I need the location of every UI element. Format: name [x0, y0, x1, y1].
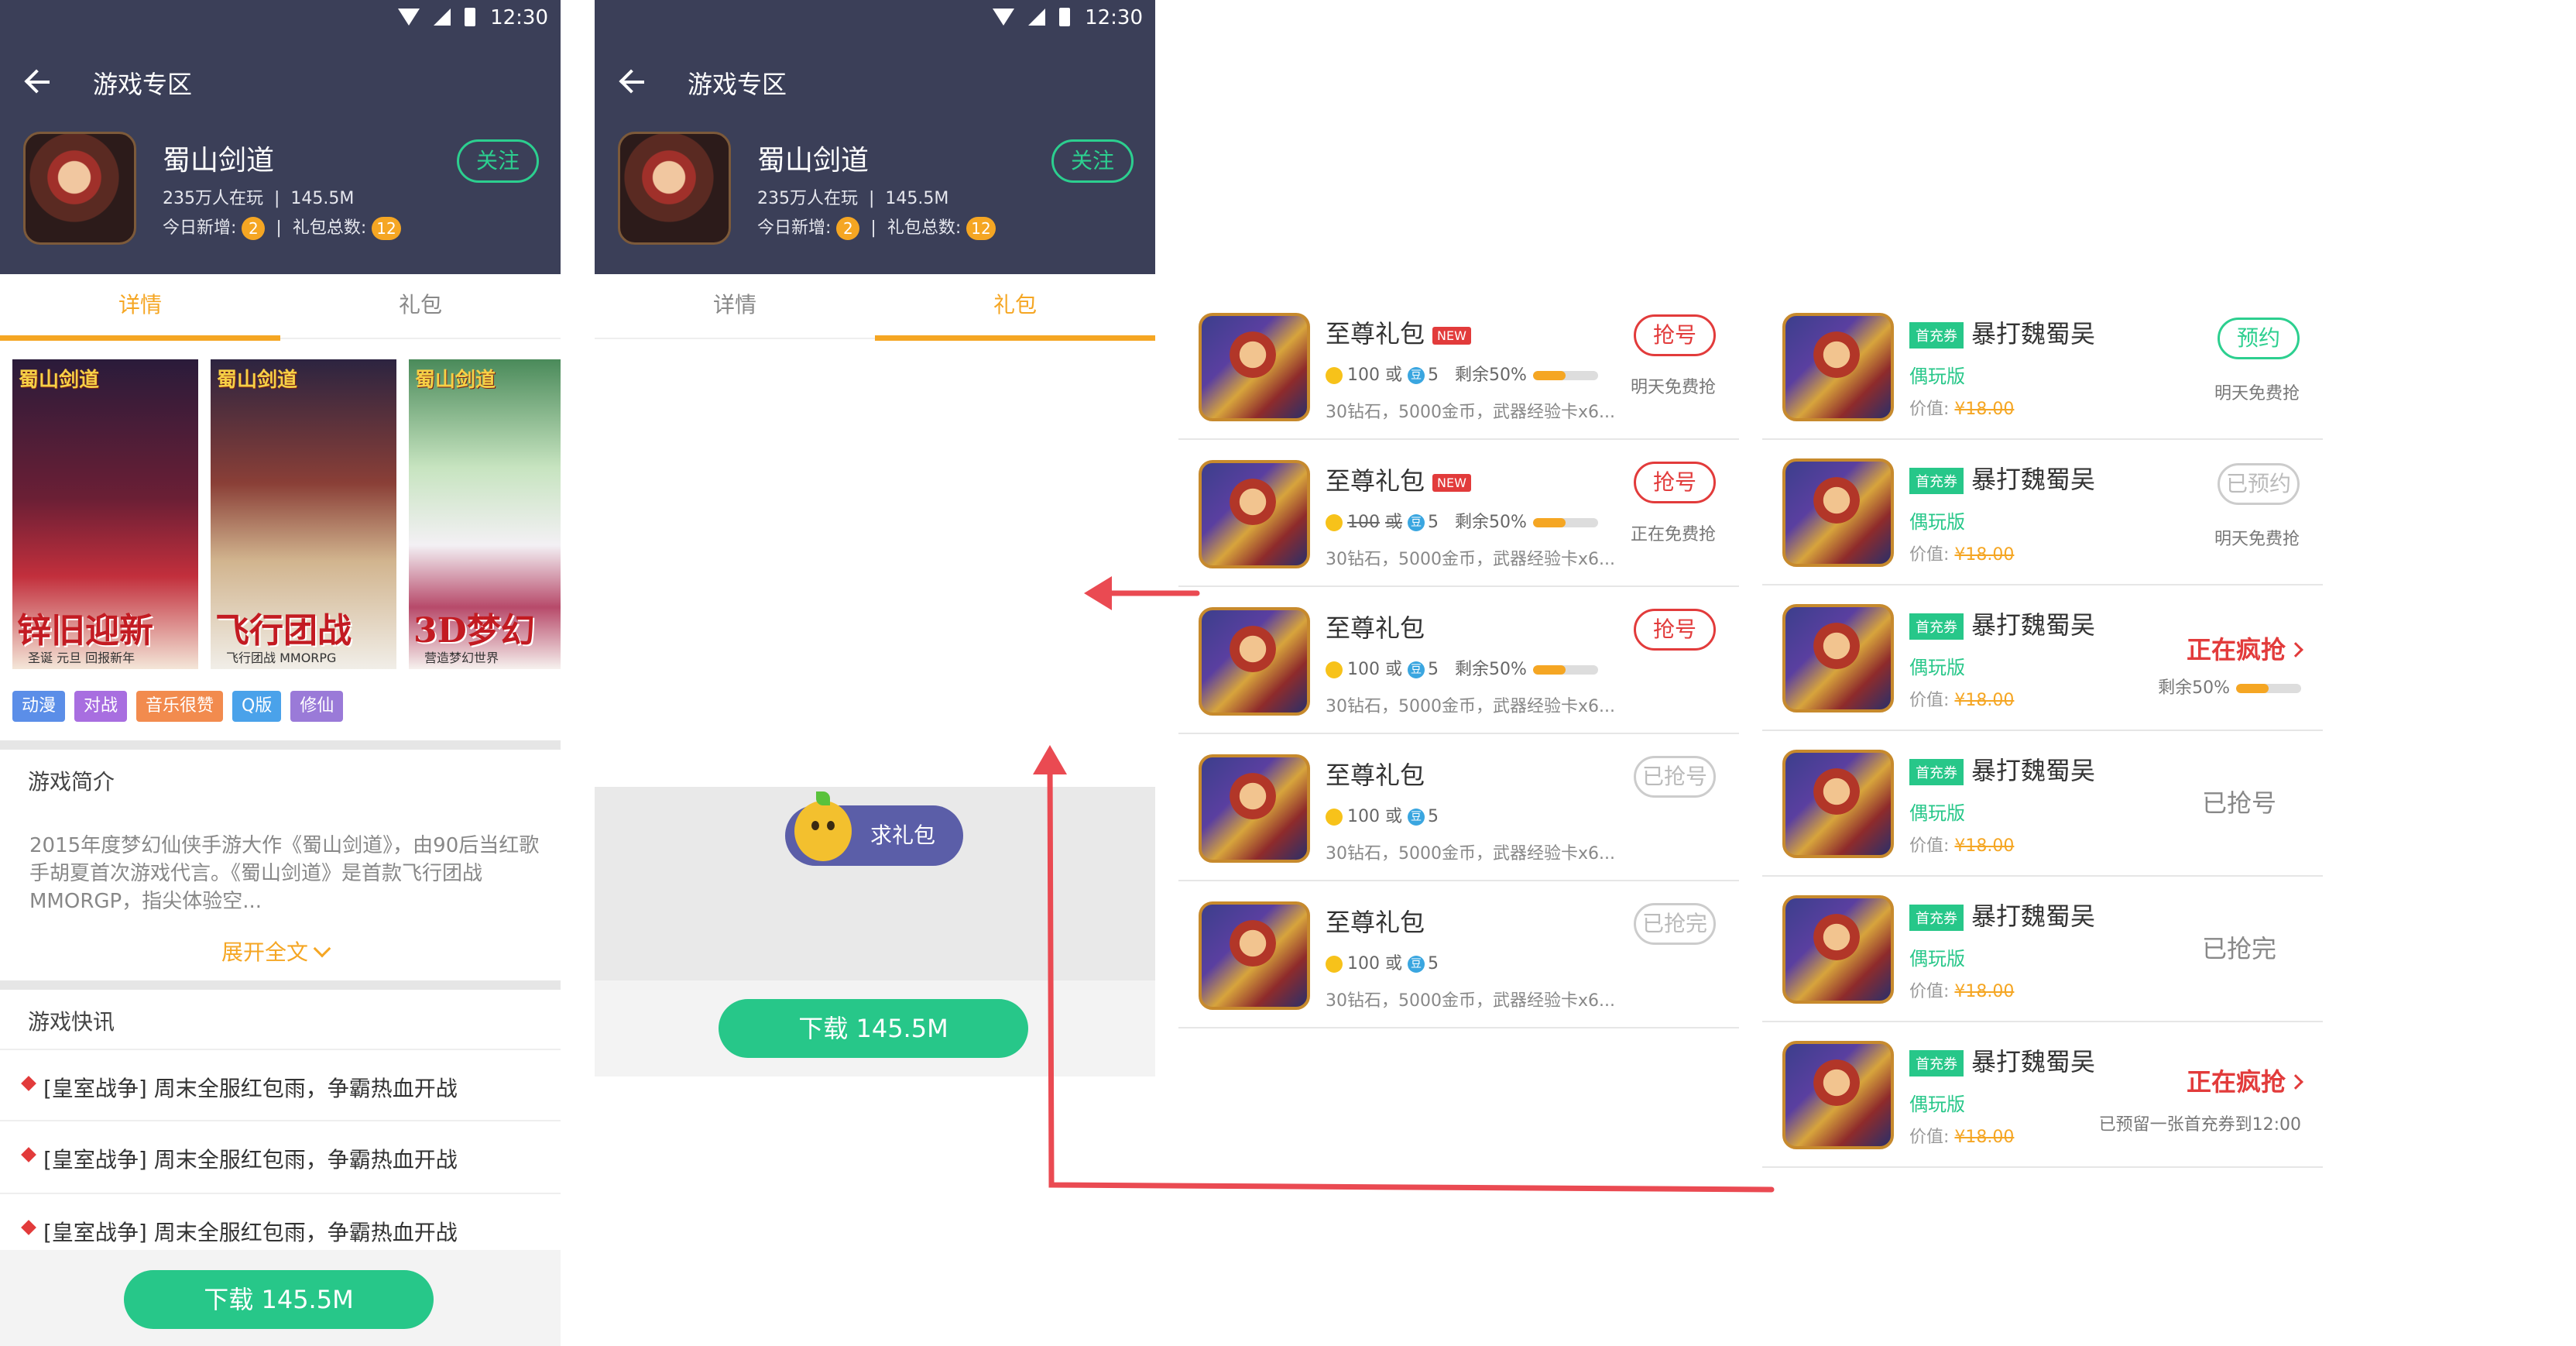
arrowhead-left-icon: [1084, 576, 1112, 610]
annotation-arrows: [1033, 576, 1775, 1193]
arrow-from-coupons: [1047, 756, 1775, 1193]
arrowhead-up-icon: [1033, 745, 1067, 774]
